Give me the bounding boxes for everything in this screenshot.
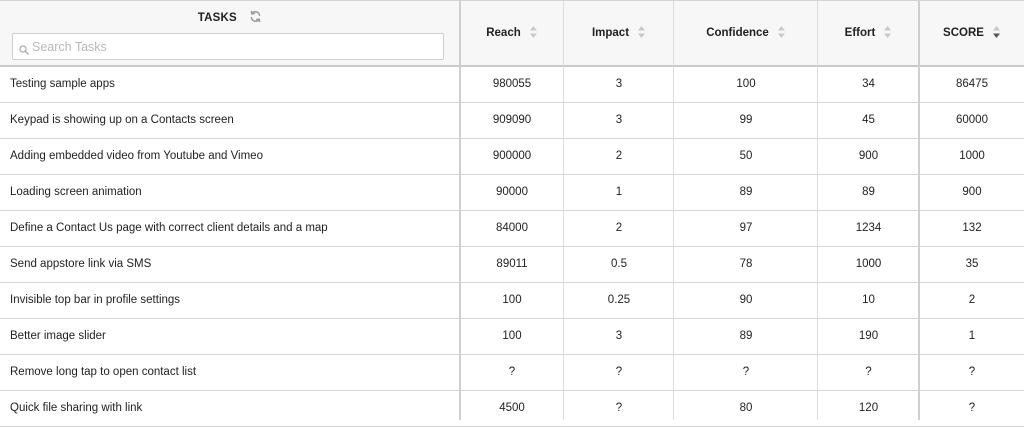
impact-cell[interactable]: 0.5 [564,247,674,282]
confidence-cell[interactable]: 80 [674,391,818,426]
tasks-title: TASKS [197,12,237,24]
table-row[interactable]: Define a Contact Us page with correct cl… [0,211,1024,247]
effort-cell[interactable]: 900 [818,139,919,174]
confidence-cell[interactable]: 100 [674,67,818,102]
impact-cell[interactable]: 1 [564,175,674,210]
task-cell: Testing sample apps [10,78,115,90]
confidence-cell[interactable]: ? [674,355,818,390]
impact-cell[interactable]: 2 [564,211,674,246]
effort-cell[interactable]: 89 [818,175,919,210]
score-cell: 60000 [956,114,988,126]
column-header-confidence[interactable]: Confidence [674,1,818,65]
column-header-reach[interactable]: Reach [460,1,564,65]
confidence-cell[interactable]: 78 [674,247,818,282]
table-row[interactable]: Send appstore link via SMS 89011 0.5 78 … [0,247,1024,283]
effort-cell[interactable]: ? [818,355,919,390]
column-divider [459,1,461,420]
reach-cell[interactable]: 900000 [460,139,564,174]
impact-cell[interactable]: ? [564,355,674,390]
column-divider [918,1,920,420]
task-cell: Define a Contact Us page with correct cl… [10,222,328,234]
reach-cell[interactable]: 4500 [460,391,564,426]
reach-cell[interactable]: 100 [460,283,564,318]
table-row[interactable]: Keypad is showing up on a Contacts scree… [0,103,1024,139]
confidence-cell[interactable]: 97 [674,211,818,246]
task-cell: Loading screen animation [10,186,142,198]
table-row[interactable]: Loading screen animation 90000 1 89 89 9… [0,175,1024,211]
effort-cell[interactable]: 1234 [818,211,919,246]
score-cell: 2 [968,294,976,306]
column-label-confidence: Confidence [706,27,769,39]
effort-cell[interactable]: 120 [818,391,919,426]
impact-cell[interactable]: 3 [564,319,674,354]
task-cell: Quick file sharing with link [10,402,143,414]
sort-icon[interactable] [529,25,538,42]
effort-cell[interactable]: 1000 [818,247,919,282]
column-label-reach: Reach [486,27,521,39]
confidence-cell[interactable]: 89 [674,175,818,210]
tasks-column-header: TASKS [0,1,460,65]
score-cell: 1000 [959,150,985,162]
table-row[interactable]: Quick file sharing with link 4500 ? 80 1… [0,391,1024,427]
impact-cell[interactable]: 3 [564,103,674,138]
table-header: TASKS Search Tasks Reach Impact Confiden… [0,1,1024,67]
reach-cell[interactable]: 89011 [460,247,564,282]
confidence-cell[interactable]: 50 [674,139,818,174]
score-cell: 900 [962,186,982,198]
column-label-score: SCORE [943,27,984,39]
sort-icon[interactable] [637,25,646,42]
impact-cell[interactable]: 2 [564,139,674,174]
effort-cell[interactable]: 190 [818,319,919,354]
effort-cell[interactable]: 10 [818,283,919,318]
reach-cell[interactable]: 90000 [460,175,564,210]
search-input[interactable] [32,34,432,59]
table-row[interactable]: Testing sample apps 980055 3 100 34 8647… [0,67,1024,103]
sort-descending-icon[interactable] [992,25,1001,42]
rice-table: TASKS Search Tasks Reach Impact Confiden… [0,0,1024,427]
column-label-effort: Effort [844,27,876,39]
table-row[interactable]: Invisible top bar in profile settings 10… [0,283,1024,319]
score-cell: 86475 [956,78,988,90]
column-header-effort[interactable]: Effort [818,1,919,65]
task-cell: Adding embedded video from Youtube and V… [10,150,263,162]
impact-cell[interactable]: 0.25 [564,283,674,318]
confidence-cell[interactable]: 90 [674,283,818,318]
score-cell: 132 [962,222,982,234]
column-divider [817,1,818,420]
effort-cell[interactable]: 34 [818,67,919,102]
search-box[interactable] [12,33,444,60]
table-row[interactable]: Adding embedded video from Youtube and V… [0,139,1024,175]
reach-cell[interactable]: 980055 [460,67,564,102]
task-cell: Invisible top bar in profile settings [10,294,181,306]
sort-icon[interactable] [883,25,892,42]
sort-icon[interactable] [777,25,786,42]
confidence-cell[interactable]: 99 [674,103,818,138]
task-cell: Send appstore link via SMS [10,258,152,270]
tasks-title-row: TASKS [0,10,460,26]
score-cell: ? [968,366,976,378]
reach-cell[interactable]: 909090 [460,103,564,138]
task-cell: Keypad is showing up on a Contacts scree… [10,114,234,126]
column-divider [673,1,674,420]
reach-cell[interactable]: ? [460,355,564,390]
table-row[interactable]: Remove long tap to open contact list ? ?… [0,355,1024,391]
table-row[interactable]: Better image slider 100 3 89 190 1 [0,319,1024,355]
impact-cell[interactable]: ? [564,391,674,426]
task-cell: Better image slider [10,330,106,342]
refresh-icon[interactable] [249,10,262,26]
column-header-score[interactable]: SCORE [920,1,1024,65]
score-cell: ? [968,402,976,414]
score-cell: 35 [965,258,979,270]
score-cell: 1 [968,330,976,342]
task-cell: Remove long tap to open contact list [10,366,197,378]
column-divider [563,1,564,420]
confidence-cell[interactable]: 89 [674,319,818,354]
column-header-impact[interactable]: Impact [564,1,674,65]
search-icon [19,42,29,60]
effort-cell[interactable]: 45 [818,103,919,138]
column-label-impact: Impact [591,27,630,39]
reach-cell[interactable]: 100 [460,319,564,354]
reach-cell[interactable]: 84000 [460,211,564,246]
impact-cell[interactable]: 3 [564,67,674,102]
